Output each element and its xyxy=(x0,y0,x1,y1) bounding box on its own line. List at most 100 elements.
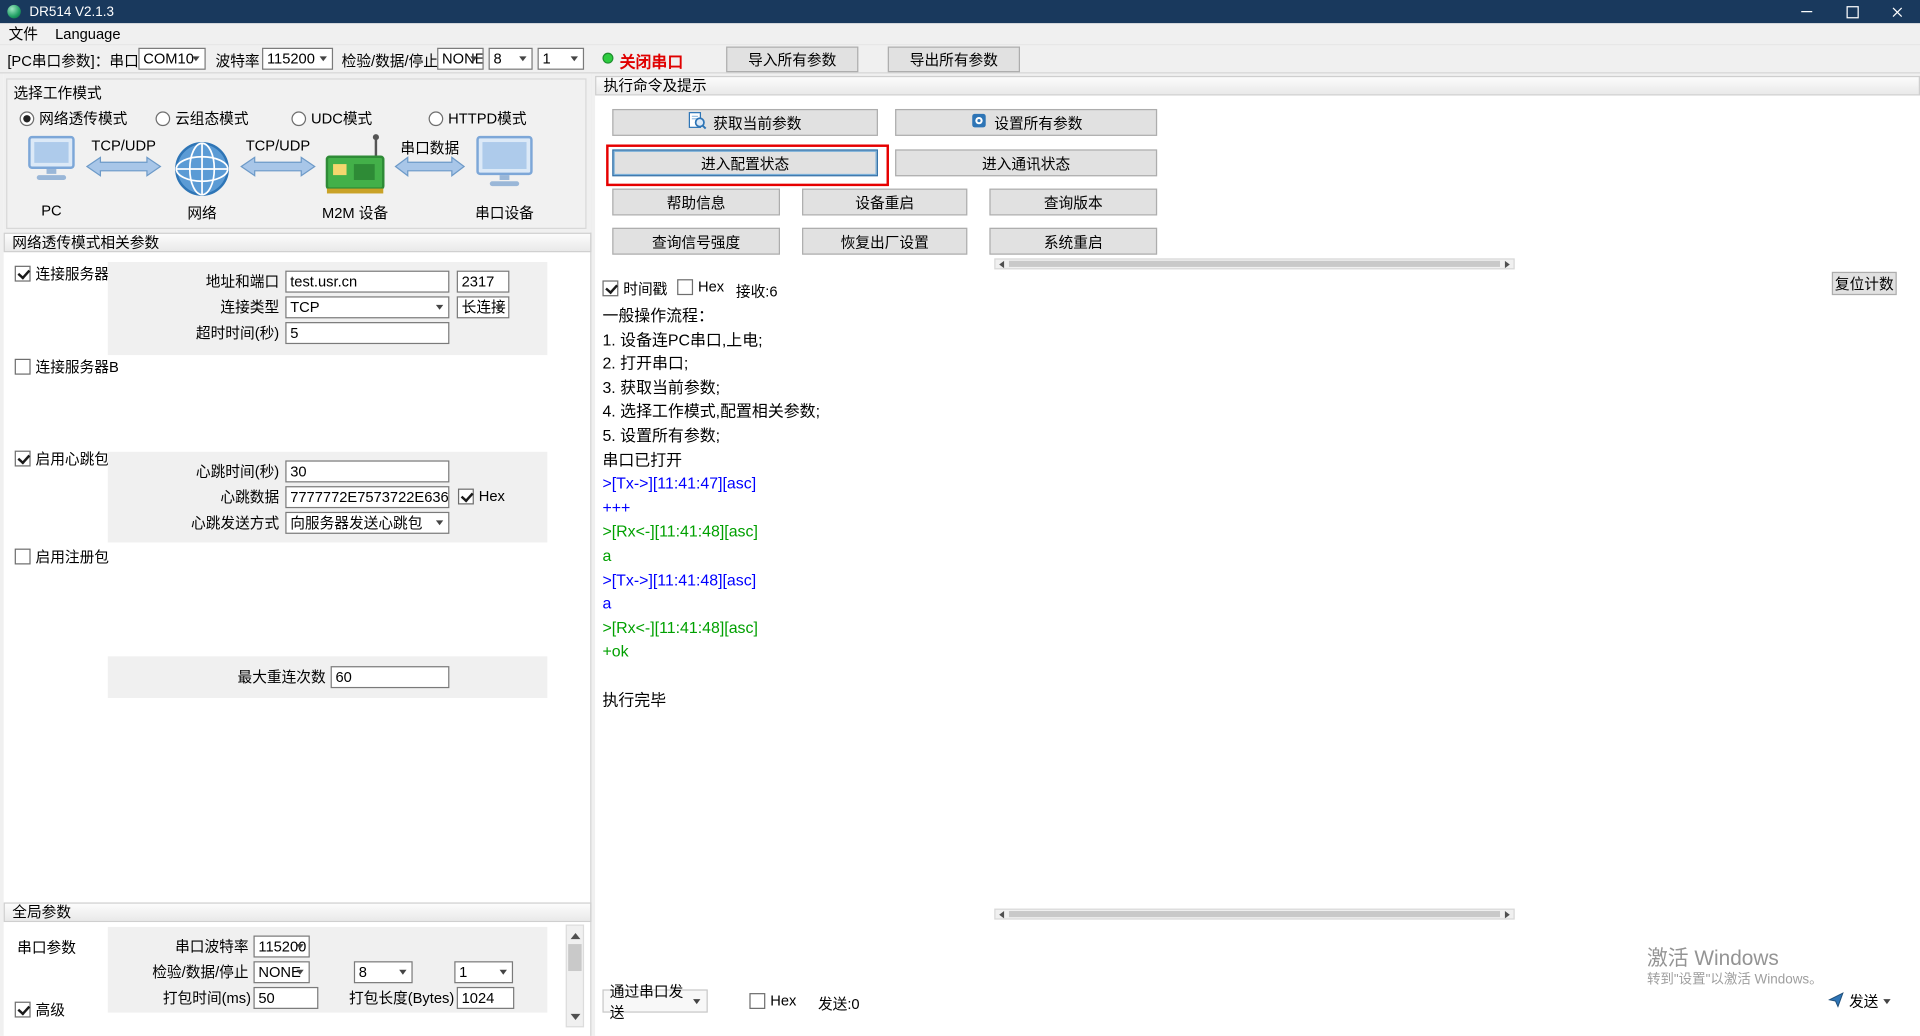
heartbeat-send-select[interactable]: 向服务器发送心跳包 xyxy=(285,512,449,534)
server-b-checkbox[interactable]: 连接服务器B xyxy=(15,356,119,377)
menu-file[interactable]: 文件 xyxy=(0,23,47,44)
send-via-serial-dropdown[interactable]: 通过串口发送 xyxy=(602,989,707,1012)
minimize-button[interactable] xyxy=(1784,0,1829,23)
databits-select[interactable]: 8 xyxy=(489,48,533,70)
radio-mode-transparent[interactable]: 网络透传模式 xyxy=(20,108,128,129)
scrollbar-track[interactable] xyxy=(567,944,583,1008)
heartbeat-checkbox[interactable]: 启用心跳包 xyxy=(15,448,109,469)
log-bottom-scrollbar[interactable] xyxy=(994,909,1514,920)
left-vertical-scrollbar[interactable] xyxy=(566,924,584,1027)
hex-recv-checkbox[interactable]: Hex xyxy=(677,278,724,295)
minimize-icon xyxy=(1801,11,1812,12)
scrollbar-track[interactable] xyxy=(1007,910,1503,919)
enter-config-button[interactable]: 进入配置状态 xyxy=(612,149,878,176)
server-a-port-input[interactable]: 2317 xyxy=(457,271,510,293)
scroll-left-arrow[interactable] xyxy=(996,910,1007,919)
enter-comm-button[interactable]: 进入通讯状态 xyxy=(895,149,1157,176)
send-icon xyxy=(1828,991,1844,1011)
network-globe-icon xyxy=(173,140,232,202)
app-window: DR514 V2.1.3 文件 Language [PC串口参数]：串口号 CO… xyxy=(0,0,1920,1036)
log-line: >[Tx->][11:41:47][asc] xyxy=(602,472,1900,496)
heartbeat-time-input[interactable]: 30 xyxy=(285,460,449,482)
help-button[interactable]: 帮助信息 xyxy=(612,189,780,216)
serial-baud-select[interactable]: 115200 xyxy=(253,936,309,958)
tcp-arrow-icon xyxy=(240,156,316,182)
scroll-right-arrow[interactable] xyxy=(1502,910,1513,919)
register-checkbox[interactable]: 启用注册包 xyxy=(15,546,109,567)
hex-heartbeat-checkbox[interactable]: Hex xyxy=(458,487,505,504)
export-params-button[interactable]: 导出所有参数 xyxy=(888,47,1020,73)
log-line: >[Tx->][11:41:48][asc] xyxy=(602,568,1900,592)
chevron-down-icon xyxy=(693,999,700,1008)
timestamp-checkbox[interactable]: 时间戳 xyxy=(602,278,667,299)
get-params-button[interactable]: 获取当前参数 xyxy=(612,109,878,136)
advanced-checkbox[interactable]: 高级 xyxy=(15,999,65,1020)
baud-select[interactable]: 115200 xyxy=(262,48,333,70)
server-a-address-input[interactable]: test.usr.cn xyxy=(285,271,449,293)
scrollbar-thumb[interactable] xyxy=(1009,911,1500,917)
send-button[interactable]: 发送 xyxy=(1828,989,1904,1012)
set-params-button[interactable]: 设置所有参数 xyxy=(895,109,1157,136)
com-port-label: [PC串口参数]：串口号 xyxy=(7,50,153,71)
conn-type-select[interactable]: TCP xyxy=(285,296,449,318)
recv-count-label: 接收:6 xyxy=(736,280,778,301)
windows-activation-watermark: 激活 Windows xyxy=(1647,940,1779,971)
radio-mode-httpd[interactable]: HTTPD模式 xyxy=(429,108,527,129)
scroll-up-arrow[interactable] xyxy=(567,926,583,944)
scroll-left-arrow[interactable] xyxy=(996,260,1007,269)
log-line: >[Rx<-][11:41:48][asc] xyxy=(602,616,1900,640)
m2m-device-icon xyxy=(321,132,390,202)
hex-send-checkbox[interactable]: Hex xyxy=(749,992,796,1009)
serial-databits-select[interactable]: 8 xyxy=(354,961,413,983)
timeout-input[interactable]: 5 xyxy=(285,322,449,344)
scrollbar-thumb[interactable] xyxy=(568,944,581,971)
radio-mode-cloud[interactable]: 云组态模式 xyxy=(156,108,249,129)
scrollbar-track[interactable] xyxy=(1007,260,1503,269)
titlebar: DR514 V2.1.3 xyxy=(0,0,1920,23)
tcp-arrow-icon xyxy=(86,156,162,182)
log-output[interactable]: 一般操作流程： 1. 设备连PC串口,上电; 2. 打开串口; 3. 获取当前参… xyxy=(602,304,1900,899)
query-version-button[interactable]: 查询版本 xyxy=(989,189,1157,216)
scroll-down-arrow[interactable] xyxy=(567,1008,583,1026)
reconnect-input[interactable]: 60 xyxy=(331,666,450,688)
radio-mode-udc[interactable]: UDC模式 xyxy=(291,108,372,129)
chevron-down-icon xyxy=(470,56,477,65)
link1-label: TCP/UDP xyxy=(86,137,162,154)
query-signal-button[interactable]: 查询信号强度 xyxy=(612,228,780,255)
log-line: 一般操作流程： xyxy=(602,304,1900,328)
parity-select[interactable]: NONE xyxy=(437,48,484,70)
close-button[interactable] xyxy=(1875,0,1920,23)
heartbeat-data-input[interactable]: 7777772E7573722E636E xyxy=(285,486,449,508)
reconnect-label: 最大重连次数 xyxy=(196,667,326,687)
log-line: 串口已打开 xyxy=(602,448,1900,472)
com-port-select[interactable]: COM10 xyxy=(138,48,205,70)
log-line xyxy=(602,664,1900,688)
log-top-scrollbar[interactable] xyxy=(994,258,1514,269)
baud-label: 波特率 xyxy=(216,50,260,71)
packlen-input[interactable]: 1024 xyxy=(457,987,515,1009)
command-header: 执行命令及提示 xyxy=(595,76,1920,96)
chevron-down-icon xyxy=(192,56,199,65)
menu-language[interactable]: Language xyxy=(47,25,130,42)
serial-parity-select[interactable]: NONE xyxy=(253,961,309,983)
reset-count-button[interactable]: 复位计数 xyxy=(1832,272,1897,295)
close-port-button[interactable]: 关闭串口 xyxy=(620,49,684,72)
log-line: 4. 选择工作模式,配置相关参数; xyxy=(602,400,1900,424)
toolbar: [PC串口参数]：串口号 COM10 波特率 115200 检验/数据/停止 N… xyxy=(0,45,1920,73)
server-a-checkbox[interactable]: 连接服务器A xyxy=(15,263,119,284)
serial-params-label: 串口参数 xyxy=(17,937,76,958)
device-reboot-button[interactable]: 设备重启 xyxy=(802,189,967,216)
factory-reset-button[interactable]: 恢复出厂设置 xyxy=(802,228,967,255)
reconnect-panel xyxy=(108,656,548,698)
stopbits-select[interactable]: 1 xyxy=(538,48,585,70)
serial-stopbits-select[interactable]: 1 xyxy=(454,961,513,983)
heartbeat-time-label: 心跳时间(秒) xyxy=(157,462,279,482)
conn-mode-select[interactable]: 长连接 xyxy=(457,296,510,318)
import-params-button[interactable]: 导入所有参数 xyxy=(726,47,858,73)
scroll-right-arrow[interactable] xyxy=(1502,260,1513,269)
scrollbar-thumb[interactable] xyxy=(1009,261,1500,267)
system-reboot-button[interactable]: 系统重启 xyxy=(989,228,1157,255)
packtime-input[interactable]: 50 xyxy=(253,987,318,1009)
maximize-button[interactable] xyxy=(1829,0,1874,23)
address-port-label: 地址和端口 xyxy=(157,272,279,292)
